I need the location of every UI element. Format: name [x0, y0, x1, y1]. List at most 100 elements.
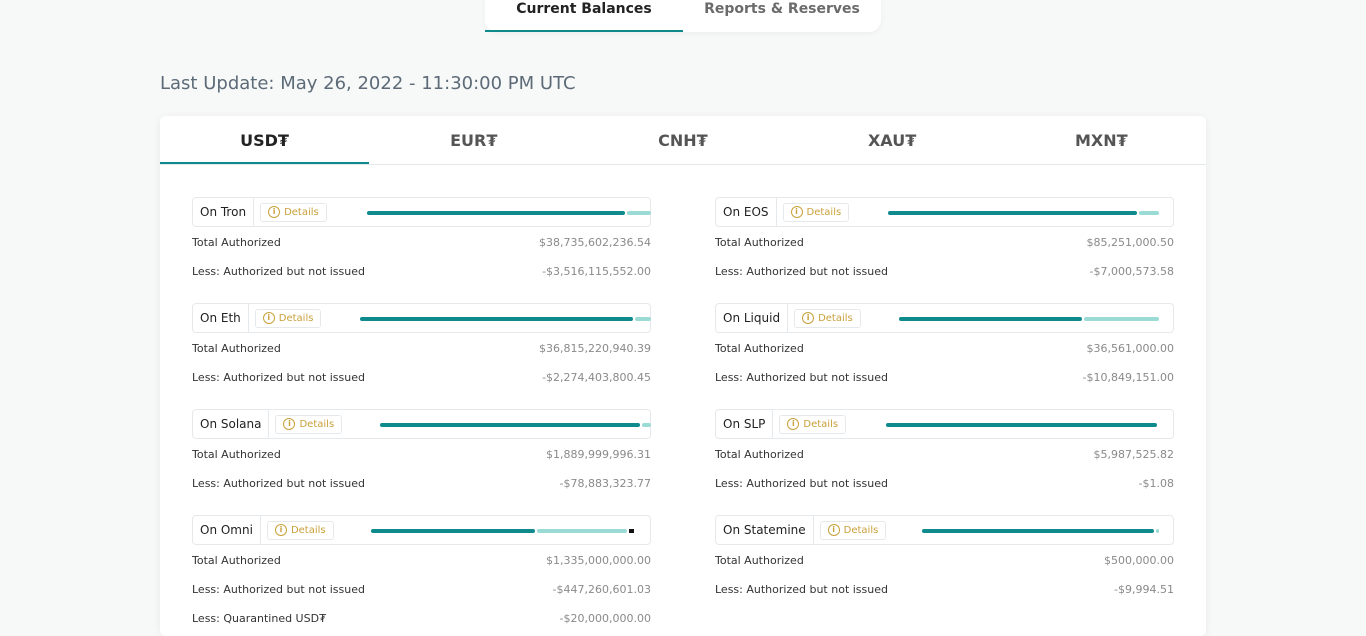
tab-current-balances[interactable]: Current Balances	[485, 0, 683, 32]
not-issued-value: -$447,260,601.03	[552, 583, 651, 596]
unissued-bar	[627, 211, 651, 215]
chain-name: On EOS	[716, 198, 777, 226]
chain-block: On Eth i Details Total Authorized $36,815,22…	[192, 303, 651, 409]
chain-block: On SLP i Details Total Authorized $5,987,525…	[715, 409, 1174, 515]
details-button[interactable]: i Details	[794, 308, 861, 328]
total-authorized-value: $38,735,602,236.54	[539, 236, 651, 249]
right-chain-column: On EOS i Details Total Authorized $85,251,00…	[715, 197, 1174, 621]
not-issued-row: Less: Authorized but not issued -$10,849,…	[715, 371, 1174, 384]
not-issued-value: -$1.08	[1138, 477, 1174, 490]
details-label: Details	[290, 524, 326, 536]
currency-tabs: USD₮ EUR₮ CNH₮ XAU₮ MXN₮	[160, 116, 1206, 165]
details-button[interactable]: i Details	[260, 202, 327, 222]
chain-name: On Statemine	[716, 516, 814, 544]
info-icon: i	[787, 418, 800, 430]
not-issued-row: Less: Authorized but not issued -$2,274,4…	[192, 371, 651, 384]
not-issued-label: Less: Authorized but not issued	[192, 265, 365, 278]
not-issued-row: Less: Authorized but not issued -$1.08	[715, 477, 1174, 490]
details-button[interactable]: i Details	[779, 414, 847, 434]
total-authorized-row: Total Authorized $500,000.00	[715, 554, 1174, 567]
total-authorized-row: Total Authorized $36,561,000.00	[715, 342, 1174, 355]
chain-block: On Solana i Details Total Authorized $1,889,…	[192, 409, 651, 515]
chain-block: On Liquid i Details Total Authorized $36,561…	[715, 303, 1174, 409]
total-authorized-label: Total Authorized	[715, 342, 804, 355]
not-issued-value: -$7,000,573.58	[1089, 265, 1174, 278]
details-label: Details	[278, 312, 314, 324]
details-label: Details	[803, 418, 839, 430]
total-authorized-label: Total Authorized	[715, 448, 804, 461]
issuance-bar	[922, 529, 1159, 533]
last-update-text: Last Update: May 26, 2022 - 11:30:00 PM …	[160, 73, 576, 94]
issuance-bar	[888, 211, 1159, 215]
issued-bar	[360, 317, 633, 321]
issuance-bar	[886, 423, 1157, 427]
not-issued-label: Less: Authorized but not issued	[715, 371, 888, 384]
issuance-bar	[380, 423, 651, 427]
tab-cnht[interactable]: CNH₮	[578, 116, 787, 164]
chain-header: On SLP i Details	[715, 409, 1174, 439]
chain-block: On Omni i Details Total Authorized $1,335,00…	[192, 515, 651, 625]
info-icon: i	[790, 206, 803, 218]
total-authorized-value: $85,251,000.50	[1086, 236, 1174, 249]
total-authorized-label: Total Authorized	[192, 236, 281, 249]
not-issued-row: Less: Authorized but not issued -$3,516,1…	[192, 265, 651, 278]
issued-bar	[922, 529, 1154, 533]
tab-xaut[interactable]: XAU₮	[788, 116, 997, 164]
unissued-bar	[537, 529, 627, 533]
total-authorized-label: Total Authorized	[715, 236, 804, 249]
tab-mxnt[interactable]: MXN₮	[997, 116, 1206, 164]
quarantined-label: Less: Quarantined USD₮	[192, 612, 327, 625]
chain-header: On Liquid i Details	[715, 303, 1174, 333]
quarantined-row: Less: Quarantined USD₮ -$20,000,000.00	[192, 612, 651, 625]
total-authorized-row: Total Authorized $38,735,602,236.54	[192, 236, 651, 249]
not-issued-label: Less: Authorized but not issued	[715, 265, 888, 278]
details-button[interactable]: i Details	[782, 202, 850, 222]
tab-usdt[interactable]: USD₮	[160, 116, 370, 164]
quarantined-bar	[629, 529, 634, 533]
issued-bar	[899, 317, 1082, 321]
details-button[interactable]: i Details	[819, 520, 887, 540]
tab-eurt[interactable]: EUR₮	[369, 116, 578, 164]
chain-header: On Statemine i Details	[715, 515, 1174, 545]
details-button[interactable]: i Details	[254, 308, 322, 328]
not-issued-value: -$78,883,323.77	[559, 477, 651, 490]
info-icon: i	[802, 312, 815, 324]
tab-reports-reserves[interactable]: Reports & Reserves	[683, 0, 881, 32]
total-authorized-value: $36,561,000.00	[1086, 342, 1174, 355]
unissued-bar	[635, 317, 651, 321]
not-issued-value: -$9,994.51	[1114, 583, 1174, 596]
issued-bar	[367, 211, 625, 215]
details-label: Details	[843, 524, 879, 536]
left-chain-column: On Tron i Details Total Authorized $38,735,6…	[192, 197, 651, 625]
not-issued-row: Less: Authorized but not issued -$7,000,5…	[715, 265, 1174, 278]
not-issued-row: Less: Authorized but not issued -$78,883,…	[192, 477, 651, 490]
total-authorized-value: $36,815,220,940.39	[539, 342, 651, 355]
total-authorized-value: $5,987,525.82	[1093, 448, 1174, 461]
info-icon: i	[827, 524, 840, 536]
details-label: Details	[299, 418, 335, 430]
unissued-bar	[1139, 211, 1159, 215]
total-authorized-row: Total Authorized $5,987,525.82	[715, 448, 1174, 461]
issued-bar	[886, 423, 1157, 427]
chain-name: On Omni	[193, 516, 261, 544]
total-authorized-label: Total Authorized	[192, 448, 281, 461]
chain-name: On Solana	[193, 410, 270, 438]
chain-name: On SLP	[716, 410, 774, 438]
not-issued-label: Less: Authorized but not issued	[715, 583, 888, 596]
not-issued-value: -$2,274,403,800.45	[542, 371, 651, 384]
chain-header: On Tron i Details	[192, 197, 651, 227]
chain-header: On Solana i Details	[192, 409, 651, 439]
details-button[interactable]: i Details	[266, 520, 334, 540]
info-icon: i	[262, 312, 275, 324]
total-authorized-row: Total Authorized $1,335,000,000.00	[192, 554, 651, 567]
chain-block: On Tron i Details Total Authorized $38,735,6…	[192, 197, 651, 303]
total-authorized-label: Total Authorized	[192, 342, 281, 355]
details-button[interactable]: i Details	[275, 414, 343, 434]
total-authorized-row: Total Authorized $36,815,220,940.39	[192, 342, 651, 355]
not-issued-row: Less: Authorized but not issued -$447,260…	[192, 583, 651, 596]
balances-card: USD₮ EUR₮ CNH₮ XAU₮ MXN₮ On Tron i Details…	[160, 116, 1206, 636]
issuance-bar	[367, 211, 651, 215]
unissued-bar	[1156, 529, 1159, 533]
not-issued-label: Less: Authorized but not issued	[192, 583, 365, 596]
chain-name: On Tron	[193, 198, 255, 226]
